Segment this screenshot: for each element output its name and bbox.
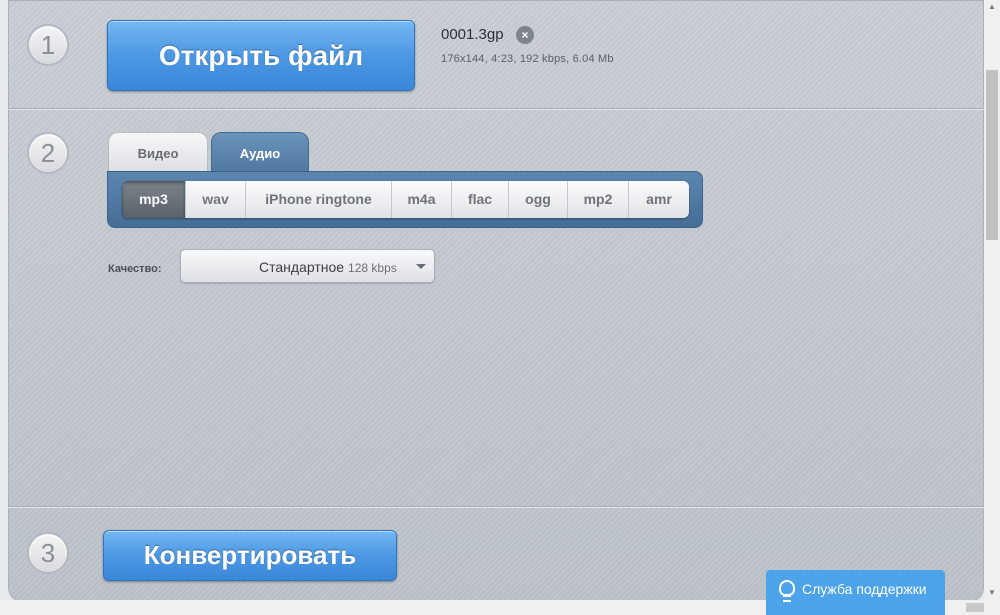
- format-list: mp3 wav iPhone ringtone m4a flac ogg mp2…: [122, 181, 689, 218]
- quality-value: Стандартное: [259, 259, 345, 275]
- step-number-3: 3: [29, 534, 67, 572]
- support-button[interactable]: Служба поддержки: [766, 570, 945, 615]
- file-name: 0001.3gp: [441, 26, 504, 43]
- step-open-file: 1 Открыть файл 0001.3gp × 176x144, 4:23,…: [8, 0, 984, 109]
- tab-audio[interactable]: Аудио: [211, 132, 309, 172]
- format-amr[interactable]: amr: [629, 181, 689, 218]
- scrollbar-thumb[interactable]: [986, 70, 998, 240]
- format-wav[interactable]: wav: [186, 181, 246, 218]
- format-mp3[interactable]: mp3: [122, 181, 186, 218]
- step-number-2: 2: [29, 134, 67, 172]
- horizontal-scrollbar-thumb[interactable]: [966, 603, 984, 612]
- format-m4a[interactable]: m4a: [392, 181, 452, 218]
- support-label: Служба поддержки: [802, 581, 927, 597]
- convert-button[interactable]: Конвертировать: [103, 530, 397, 581]
- converter-panel: 1 Открыть файл 0001.3gp × 176x144, 4:23,…: [8, 0, 984, 602]
- open-file-button[interactable]: Открыть файл: [107, 20, 415, 91]
- format-ogg[interactable]: ogg: [509, 181, 568, 218]
- chevron-down-icon: [416, 264, 426, 269]
- quality-bitrate: 128 kbps: [348, 261, 397, 275]
- quality-label: Качество:: [108, 263, 162, 275]
- quality-value-wrap: Стандартное 128 kbps: [259, 259, 397, 275]
- scroll-up-icon[interactable]: ▲: [984, 0, 1000, 14]
- tab-video[interactable]: Видео: [108, 132, 208, 172]
- audio-format-bar: mp3 wav iPhone ringtone m4a flac ogg mp2…: [107, 171, 703, 228]
- file-info: 176x144, 4:23, 192 kbps, 6.04 Mb: [441, 53, 614, 65]
- format-iphone-ringtone[interactable]: iPhone ringtone: [246, 181, 392, 218]
- step-number-1: 1: [29, 26, 67, 64]
- quality-select[interactable]: Стандартное 128 kbps: [180, 249, 435, 283]
- step-format: 2 Видео Аудио mp3 wav iPhone ringtone m4…: [8, 110, 984, 507]
- lightbulb-icon: [779, 580, 795, 602]
- format-mp2[interactable]: mp2: [568, 181, 629, 218]
- format-flac[interactable]: flac: [452, 181, 509, 218]
- remove-file-icon[interactable]: ×: [516, 26, 534, 44]
- scroll-down-icon[interactable]: ▼: [984, 586, 1000, 600]
